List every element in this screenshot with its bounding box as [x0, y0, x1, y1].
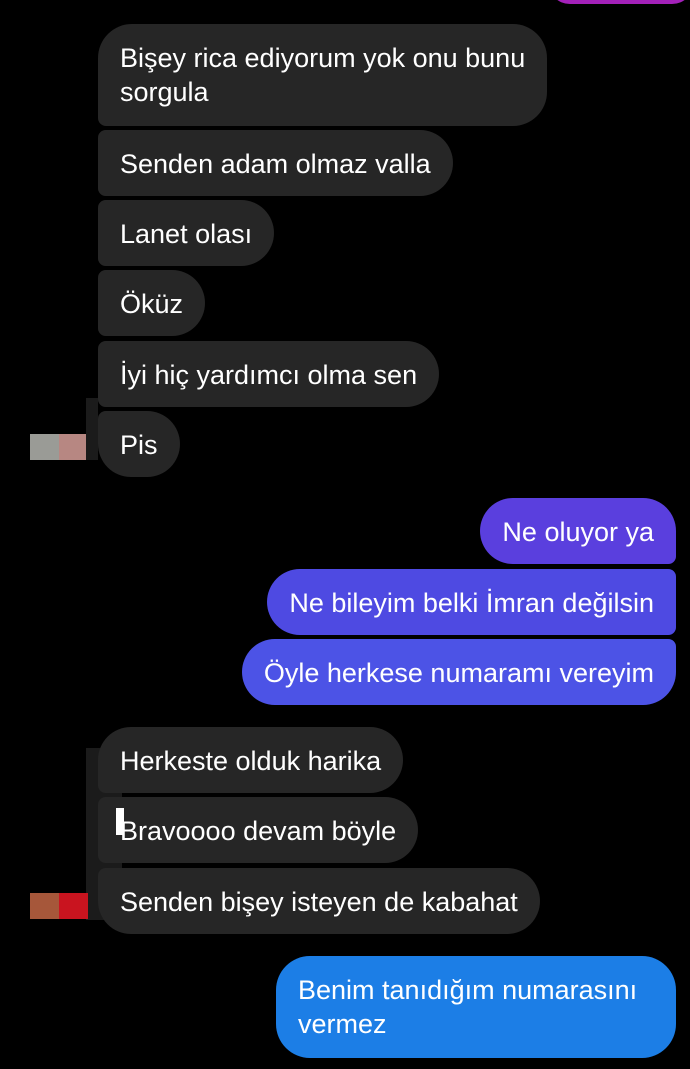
sent-message-bubble-edge [548, 0, 690, 4]
sent-message-bubble[interactable]: Benim tanıdığım numarasını vermez [276, 956, 676, 1058]
received-message-bubble[interactable]: Senden bişey isteyen de kabahat [98, 868, 540, 934]
received-message-bubble[interactable]: Bişey rica ediyorum yok onu bunu sorgula [98, 24, 548, 126]
received-message-bubble[interactable]: Öküz [98, 270, 206, 336]
received-message-bubble[interactable]: Pis [98, 411, 180, 477]
received-message-bubble[interactable]: Senden adam olmaz valla [98, 130, 453, 196]
text-cursor [116, 808, 124, 835]
sent-message-bubble[interactable]: Öyle herkese numaramı vereyim [241, 639, 676, 705]
received-message-bubble[interactable]: Herkeste olduk harika [98, 727, 404, 793]
sender-avatar-redacted[interactable] [30, 893, 88, 919]
sender-avatar-redacted[interactable] [30, 434, 88, 460]
sent-message-bubble[interactable]: Ne bileyim belki İmran değilsin [267, 569, 676, 635]
received-message-bubble[interactable]: Bravoooo devam böyle [98, 797, 419, 863]
redaction-block [86, 398, 98, 460]
sent-message-bubble[interactable]: Ne oluyor ya [480, 498, 676, 564]
received-message-bubble[interactable]: İyi hiç yardımcı olma sen [98, 341, 440, 407]
received-message-bubble[interactable]: Lanet olası [98, 200, 275, 266]
